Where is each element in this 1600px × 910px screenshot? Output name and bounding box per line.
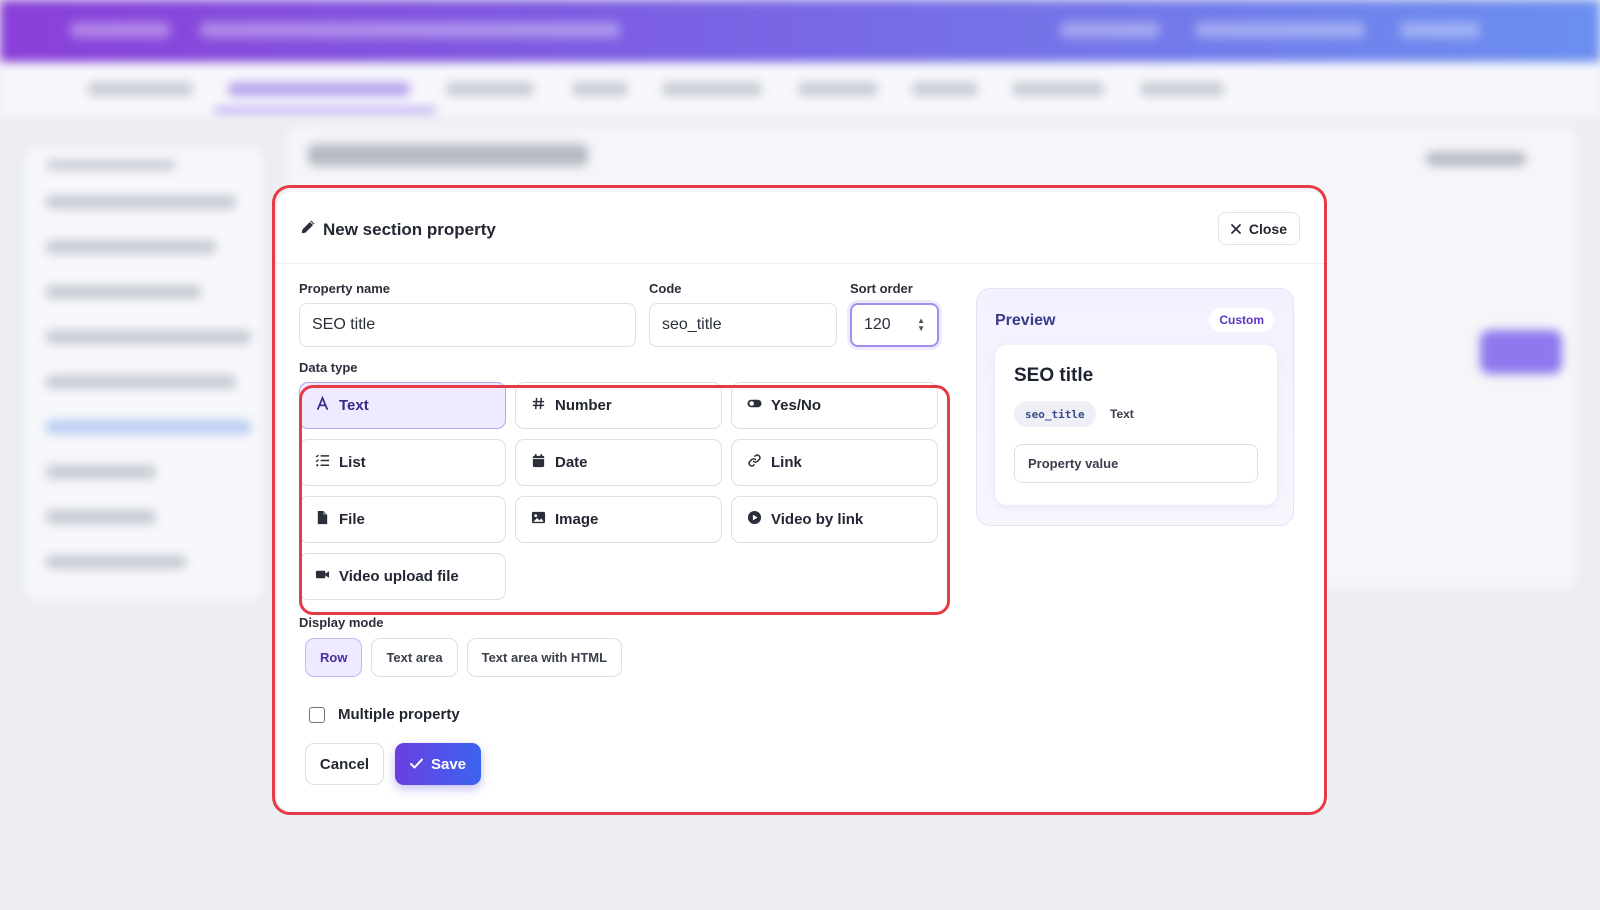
display-mode-label: Display mode bbox=[299, 615, 384, 630]
preview-panel: Preview Custom SEO title seo_title Text … bbox=[976, 288, 1294, 526]
display-mode-row[interactable]: Row bbox=[305, 638, 363, 677]
data-type-yes-no[interactable]: Yes/No bbox=[731, 382, 938, 429]
data-type-link[interactable]: Link bbox=[731, 439, 938, 486]
data-type-list[interactable]: List bbox=[299, 439, 506, 486]
close-icon bbox=[1230, 221, 1241, 237]
check-icon bbox=[409, 756, 423, 773]
image-icon bbox=[531, 510, 546, 529]
data-type-video-upload-file[interactable]: Video upload file bbox=[299, 553, 506, 600]
cancel-button[interactable]: Cancel bbox=[305, 743, 384, 785]
data-type-yes-no-label: Yes/No bbox=[771, 397, 822, 414]
multiple-property-checkbox[interactable] bbox=[309, 706, 325, 723]
sort-order-value: 120 bbox=[864, 316, 891, 333]
file-icon bbox=[315, 510, 330, 529]
video-camera-icon bbox=[315, 567, 330, 586]
pencil-icon bbox=[300, 219, 316, 240]
stepper-icon[interactable]: ▲ ▼ bbox=[917, 317, 925, 333]
property-name-input[interactable]: SEO title bbox=[299, 303, 636, 347]
close-button[interactable]: Close bbox=[1217, 212, 1300, 245]
preview-card: SEO title seo_title Text Property value bbox=[995, 345, 1277, 505]
multiple-property-label: Multiple property bbox=[338, 706, 460, 723]
data-type-image[interactable]: Image bbox=[515, 496, 722, 543]
save-button[interactable]: Save bbox=[395, 743, 481, 785]
preview-type-badge: Text bbox=[1110, 407, 1134, 421]
data-type-date[interactable]: Date bbox=[515, 439, 722, 486]
link-icon bbox=[747, 453, 762, 472]
play-circle-icon bbox=[747, 510, 762, 529]
close-button-label: Close bbox=[1248, 220, 1287, 237]
data-type-video-by-link-label: Video by link bbox=[771, 511, 864, 528]
data-type-text[interactable]: Text bbox=[299, 382, 506, 429]
display-mode-text-area-html[interactable]: Text area with HTML bbox=[466, 638, 623, 677]
modal-header: New section property Close bbox=[277, 192, 1328, 264]
preview-title: Preview bbox=[995, 312, 1056, 329]
list-icon bbox=[315, 453, 330, 472]
property-name-label: Property name bbox=[299, 281, 391, 296]
save-button-label: Save bbox=[430, 755, 467, 773]
code-label: Code bbox=[649, 281, 682, 296]
modal-title: New section property bbox=[300, 219, 496, 240]
data-type-date-label: Date bbox=[555, 454, 588, 471]
sort-order-input[interactable]: 120 ▲ ▼ bbox=[850, 303, 939, 347]
preview-property-name: SEO title bbox=[1014, 365, 1094, 386]
modal-title-text: New section property bbox=[323, 219, 496, 239]
display-mode-text-area[interactable]: Text area bbox=[371, 638, 458, 677]
app-sidebar bbox=[26, 148, 262, 600]
data-type-video-upload-file-label: Video upload file bbox=[339, 568, 459, 585]
data-type-file-label: File bbox=[339, 511, 365, 528]
data-type-video-by-link[interactable]: Video by link bbox=[731, 496, 938, 543]
hash-icon bbox=[531, 396, 546, 415]
data-type-file[interactable]: File bbox=[299, 496, 506, 543]
data-type-number-label: Number bbox=[555, 397, 612, 414]
app-topbar bbox=[0, 0, 1600, 62]
data-type-number[interactable]: Number bbox=[515, 382, 722, 429]
data-type-image-label: Image bbox=[555, 511, 599, 528]
preview-value-input[interactable]: Property value bbox=[1014, 444, 1258, 483]
data-type-list-label: List bbox=[339, 454, 366, 471]
sort-order-label: Sort order bbox=[850, 281, 913, 296]
toggle-icon bbox=[747, 396, 762, 415]
preview-code-badge: seo_title bbox=[1014, 401, 1096, 427]
data-type-text-label: Text bbox=[339, 397, 369, 414]
new-section-property-modal: New section property Close Property name… bbox=[277, 192, 1328, 812]
custom-badge: Custom bbox=[1209, 308, 1274, 332]
data-type-label: Data type bbox=[299, 360, 358, 375]
multiple-property-row: Multiple property bbox=[309, 706, 460, 723]
data-type-grid: Text Number Yes/No List Date Link File I… bbox=[299, 382, 945, 608]
calendar-icon bbox=[531, 453, 546, 472]
display-mode-options: Row Text area Text area with HTML bbox=[305, 638, 623, 677]
text-icon bbox=[315, 395, 330, 415]
data-type-link-label: Link bbox=[771, 454, 802, 471]
code-input[interactable]: seo_title bbox=[649, 303, 837, 347]
